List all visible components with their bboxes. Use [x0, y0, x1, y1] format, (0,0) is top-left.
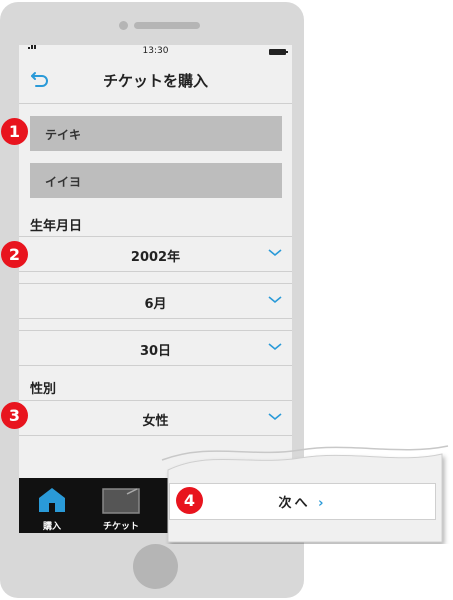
gender-value: 女性 — [142, 414, 169, 429]
last-name-field[interactable]: テイキ — [30, 116, 282, 151]
ticket-icon — [102, 488, 140, 514]
tab-ticket-label: チケット — [102, 522, 139, 532]
home-button[interactable] — [133, 544, 178, 589]
tab-purchase-label: 購入 — [42, 522, 61, 532]
birth-year-value: 2002年 — [130, 250, 181, 265]
first-name-value: イイヨ — [45, 175, 82, 189]
battery-icon — [269, 49, 288, 55]
birthdate-label: 生年月日 — [30, 219, 83, 234]
chevron-down-icon — [268, 343, 282, 351]
home-icon — [39, 488, 65, 512]
status-time: 13:30 — [142, 46, 169, 56]
chevron-down-icon — [268, 296, 282, 304]
step-badge-1: 1 — [1, 118, 28, 145]
step-badge-3: 3 — [1, 402, 28, 429]
next-button[interactable]: 次へ › — [169, 483, 436, 520]
speaker-grill — [134, 22, 200, 29]
birth-day-select[interactable]: 30日 — [19, 330, 292, 366]
camera-dot — [119, 21, 128, 30]
status-bar: 13:30 — [19, 45, 292, 59]
birth-month-value: 6月 — [144, 297, 167, 312]
birth-day-value: 30日 — [139, 344, 172, 359]
gender-select[interactable]: 女性 — [19, 400, 292, 436]
step-badge-4: 4 — [176, 487, 203, 514]
birth-year-select[interactable]: 2002年 — [19, 236, 292, 272]
birth-month-select[interactable]: 6月 — [19, 283, 292, 319]
header: チケットを購入 — [19, 59, 292, 104]
gender-label: 性別 — [30, 382, 57, 397]
step-badge-2: 2 — [1, 241, 28, 268]
first-name-field[interactable]: イイヨ — [30, 163, 282, 198]
chevron-down-icon — [268, 413, 282, 421]
chevron-down-icon — [268, 249, 282, 257]
tab-ticket[interactable]: チケット — [91, 478, 151, 533]
next-arrow-icon: › — [318, 496, 327, 511]
tab-purchase[interactable]: 購入 — [22, 478, 82, 533]
next-button-label: 次へ — [278, 496, 311, 511]
page-title: チケットを購入 — [102, 72, 208, 90]
last-name-value: テイキ — [45, 128, 82, 142]
